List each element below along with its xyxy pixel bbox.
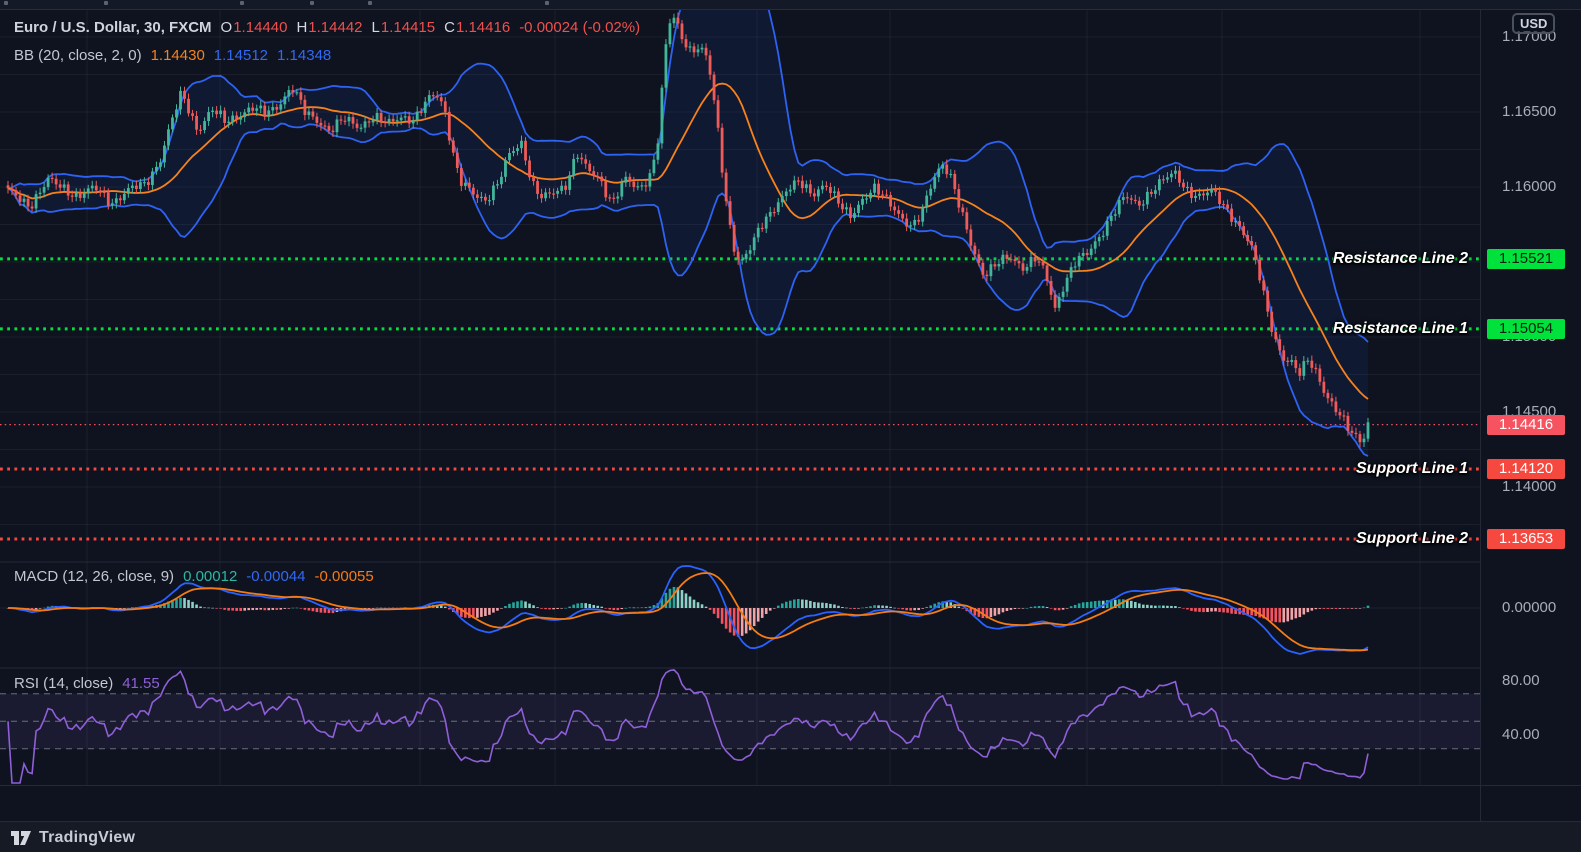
- ohlc-high: H 1.14442: [296, 19, 363, 36]
- macd-histogram-value: 0.00012: [183, 568, 238, 585]
- ohlc-open: O 1.14440: [220, 19, 288, 36]
- toolbar-fragment: [310, 1, 314, 5]
- price-scale-tick: 1.16000: [1502, 178, 1557, 195]
- footer-bar: TradingView: [0, 821, 1581, 852]
- bb-basis-value: 1.14430: [150, 47, 205, 64]
- symbol-title: Euro / U.S. Dollar, 30, FXCM: [14, 19, 212, 36]
- price-badge: 1.15054: [1487, 318, 1565, 339]
- symbol-legend-row[interactable]: Euro / U.S. Dollar, 30, FXCM O 1.14440 H…: [14, 19, 640, 36]
- macd-label: MACD (12, 26, close, 9): [14, 568, 175, 585]
- bb-upper-value: 1.14512: [213, 47, 269, 64]
- macd-line-value: -0.00044: [246, 568, 306, 585]
- bb-lower-value: 1.14348: [277, 47, 332, 64]
- toolbar-fragment: [104, 1, 108, 5]
- price-scale-tick: 1.14000: [1502, 478, 1557, 495]
- price-scale-tick: 1.16500: [1502, 103, 1557, 120]
- price-scale-tick: 0.00000: [1502, 599, 1557, 616]
- cropped-toolbar: [0, 0, 1581, 10]
- toolbar-fragment: [368, 1, 372, 5]
- macd-signal-value: -0.00055: [314, 568, 374, 585]
- toolbar-fragment: [240, 1, 244, 5]
- rsi-value: 41.55: [122, 675, 160, 692]
- rsi-label: RSI (14, close): [14, 675, 114, 692]
- level-label-resistance-line-1[interactable]: Resistance Line 1: [1333, 318, 1468, 340]
- time-axis[interactable]: 18202527Nov381015: [0, 785, 1581, 822]
- toolbar-fragment: [545, 1, 549, 5]
- bb-legend-row[interactable]: BB (20, close, 2, 0) 1.14430 1.14512 1.1…: [14, 47, 331, 64]
- price-scale-tick: 40.00: [1502, 726, 1540, 743]
- price-badge: 1.13653: [1487, 529, 1565, 550]
- price-change: -0.00024 (-0.02%): [519, 19, 641, 36]
- chart-canvas[interactable]: [0, 0, 1581, 852]
- tradingview-watermark-text: TradingView: [39, 828, 136, 846]
- level-label-resistance-line-2[interactable]: Resistance Line 2: [1333, 248, 1468, 270]
- currency-usd-badge[interactable]: USD: [1512, 13, 1556, 34]
- price-badge: 1.14120: [1487, 459, 1565, 479]
- tradingview-logo[interactable]: TradingView: [10, 828, 135, 848]
- price-badge: 1.15521: [1487, 248, 1565, 269]
- rsi-legend-row[interactable]: RSI (14, close) 41.55: [14, 675, 160, 692]
- ohlc-close: C 1.14416: [444, 19, 511, 36]
- toolbar-fragment: [4, 1, 8, 5]
- price-scale-tick: 80.00: [1502, 672, 1540, 689]
- ohlc-low: L 1.14415: [371, 19, 436, 36]
- price-badge: 1.14416: [1487, 414, 1565, 435]
- level-label-support-line-2[interactable]: Support Line 2: [1356, 528, 1468, 550]
- macd-legend-row[interactable]: MACD (12, 26, close, 9) 0.00012 -0.00044…: [14, 568, 374, 585]
- level-label-support-line-1[interactable]: Support Line 1: [1356, 458, 1468, 480]
- tradingview-chart-window: Euro / U.S. Dollar, 30, FXCM O 1.14440 H…: [0, 0, 1581, 852]
- bb-label: BB (20, close, 2, 0): [14, 47, 142, 64]
- tradingview-logo-icon: [11, 830, 31, 845]
